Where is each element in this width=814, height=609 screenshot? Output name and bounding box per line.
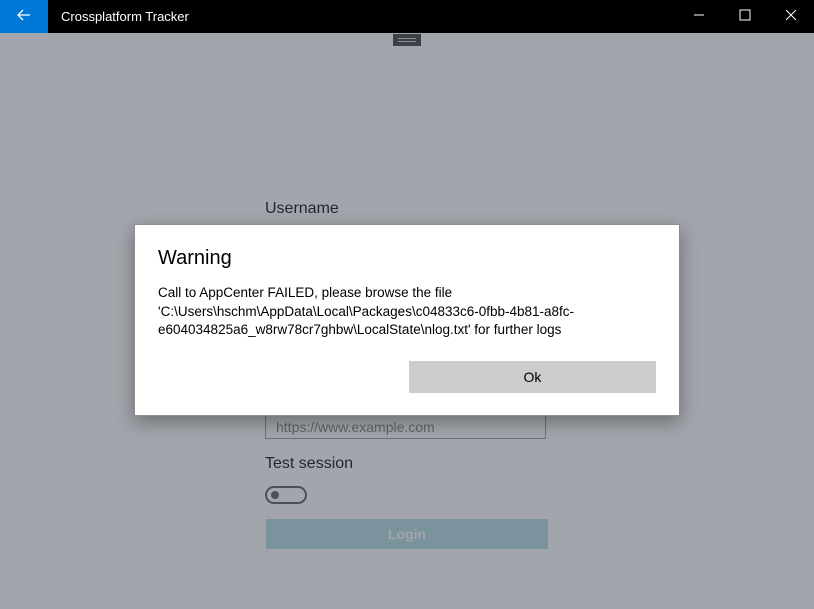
maximize-button[interactable] <box>722 0 768 33</box>
warning-dialog: Warning Call to AppCenter FAILED, please… <box>134 224 680 416</box>
ok-button[interactable]: Ok <box>409 361 656 393</box>
minimize-icon <box>693 8 705 26</box>
dialog-message: Call to AppCenter FAILED, please browse … <box>158 285 575 337</box>
close-icon <box>785 8 797 26</box>
dialog-title: Warning <box>158 247 232 269</box>
close-button[interactable] <box>768 0 814 33</box>
title-bar: Crossplatform Tracker <box>0 0 814 33</box>
back-button[interactable] <box>0 0 48 33</box>
minimize-button[interactable] <box>676 0 722 33</box>
maximize-icon <box>739 8 751 26</box>
back-arrow-icon <box>17 8 31 26</box>
app-title: Crossplatform Tracker <box>61 9 189 24</box>
